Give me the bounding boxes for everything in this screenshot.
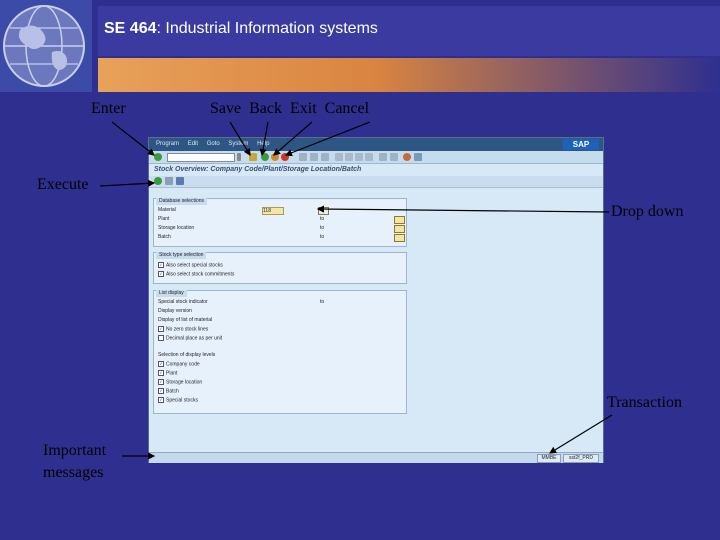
first-page-icon[interactable] [335,153,343,161]
checkbox-company-code[interactable]: ✓ Company code [158,361,200,368]
menu-program[interactable]: Program [156,141,179,147]
checkbox-stock-commitments[interactable]: ✓ Also select stock commitments [158,271,234,278]
to-label: to [320,234,325,240]
sap-menubar: Program Edit Goto System Help SAP [149,138,603,151]
exit-icon[interactable] [271,153,279,161]
save-icon[interactable] [249,153,257,161]
callout-save-back-exit-cancel: Save Back Exit Cancel [210,100,370,117]
menu-goto[interactable]: Goto [207,141,220,147]
print-icon[interactable] [299,153,307,161]
group-title: List display [156,290,187,297]
callout-transaction: Transaction [607,394,682,411]
menu-edit[interactable]: Edit [188,141,198,147]
command-field[interactable] [167,153,235,162]
multiple-selection-icon[interactable] [394,225,405,233]
field-label-material: Material [158,207,176,213]
callout-important-messages-2: messages [43,464,104,481]
back-icon[interactable] [261,153,269,161]
checkbox-special-stocks-level[interactable]: ✓ Special stocks [158,397,198,404]
group-stock-type-selection: Stock type selection ✓ Also select specia… [153,252,407,284]
status-bar: MMBE sst2f_PRD [149,452,603,463]
to-label: to [320,216,325,222]
menu-system[interactable]: System [228,141,248,147]
checkbox-special-stocks[interactable]: ✓ Also select special stocks [158,262,223,269]
orange-band [98,58,720,92]
field-label-storage-location: Storage location [158,225,195,231]
sap-toolbar [149,151,603,164]
application-toolbar [149,176,603,188]
callout-enter: Enter [91,100,126,117]
globe-logo-icon [0,0,92,92]
multiple-selection-icon[interactable] [394,216,405,224]
info-icon[interactable] [176,177,184,185]
menu-help[interactable]: Help [257,141,269,147]
callout-important-messages-1: Important [43,442,107,459]
to-label: to [320,225,325,231]
last-page-icon[interactable] [365,153,373,161]
find-next-icon[interactable] [321,153,329,161]
arrow-execute [99,179,156,187]
checkbox-plant[interactable]: ✓ Plant [158,370,177,377]
sap-logo: SAP [563,139,599,150]
checkbox-decimal-place[interactable]: Decimal place as per unit [158,335,222,342]
shortcut-icon[interactable] [390,153,398,161]
to-label: to [320,299,325,305]
prev-page-icon[interactable] [345,153,353,161]
variant-icon[interactable] [165,177,173,185]
execute-icon[interactable] [154,177,162,185]
group-database-selections: Database selections Material 118 to Plan… [153,198,407,247]
cancel-icon[interactable] [281,153,289,161]
field-label-batch: Batch [158,234,171,240]
material-input[interactable]: 118 [262,207,284,215]
transaction-code: MMBE [537,454,561,463]
checkbox-no-zero-stock[interactable]: ✓ No zero stock lines [158,326,208,333]
field-label-special-stock-indicator: Special stock indicator [158,299,208,305]
group-list-display: List display Special stock indicator to … [153,290,407,414]
checkbox-storage-location[interactable]: ✓ Storage location [158,379,202,386]
next-page-icon[interactable] [355,153,363,161]
checkbox-batch[interactable]: ✓ Batch [158,388,179,395]
callout-drop-down: Drop down [611,203,684,220]
dropdown-icon[interactable] [318,207,329,215]
group-title: Stock type selection [156,252,207,259]
layout-icon[interactable] [414,153,422,161]
field-label-display-list: Display of list of material [158,317,213,323]
find-icon[interactable] [310,153,318,161]
slide-title: SE 464: Industrial Information systems [104,20,378,37]
help-icon[interactable] [403,153,411,161]
server-name: sst2f_PRD [563,454,599,463]
command-dropdown-icon[interactable] [237,153,241,161]
sap-window: Program Edit Goto System Help SAP Stock … [148,137,604,463]
field-label-plant: Plant [158,216,170,222]
field-label-display-version: Display version [158,308,192,314]
screen-title: Stock Overview: Company Code/Plant/Stora… [149,164,603,176]
multiple-selection-icon[interactable] [394,234,405,242]
field-label-display-levels: Selection of display levels [158,352,216,358]
group-title: Database selections [156,198,208,205]
enter-icon[interactable] [154,153,162,161]
new-session-icon[interactable] [379,153,387,161]
callout-execute: Execute [37,176,89,193]
